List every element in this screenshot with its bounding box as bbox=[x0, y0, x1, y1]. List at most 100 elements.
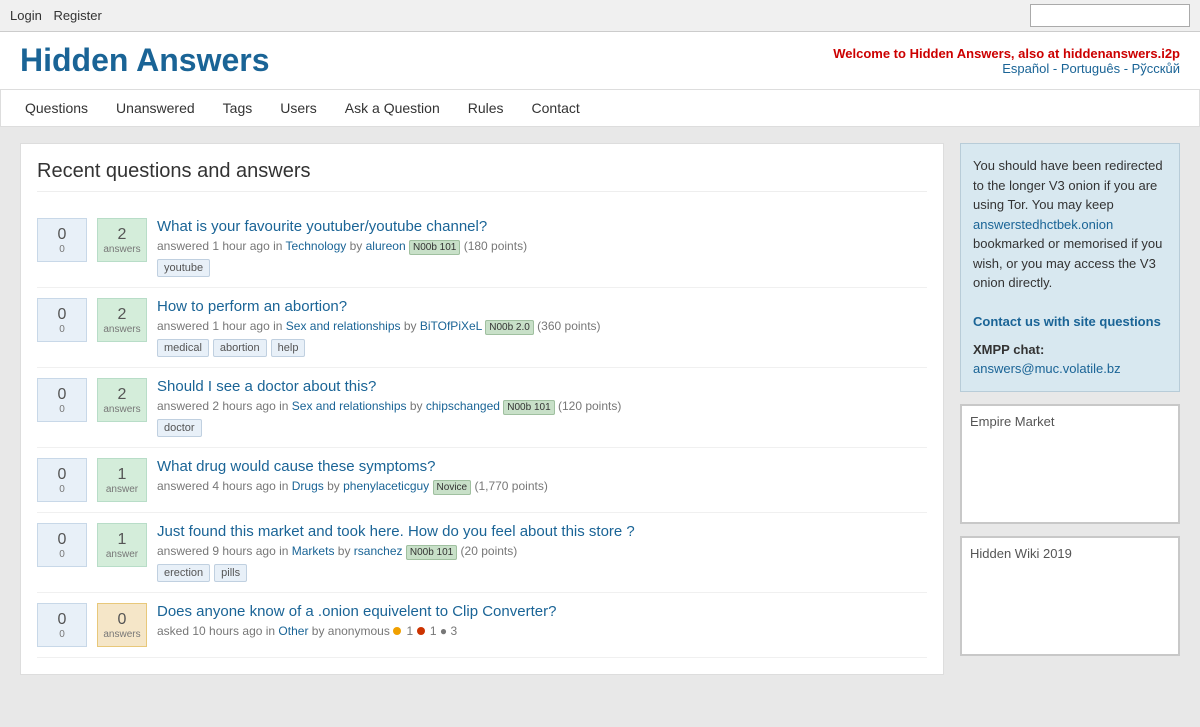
question-title: What drug would cause these symptoms? bbox=[157, 458, 927, 475]
contact-link[interactable]: Contact us with site questions bbox=[973, 314, 1161, 329]
vote-box: 00 bbox=[37, 603, 87, 647]
xmpp-email[interactable]: answers@muc.volatile.bz bbox=[973, 361, 1121, 376]
question-tags: erectionpills bbox=[157, 564, 927, 582]
header-right: Welcome to Hidden Answers, also at hidde… bbox=[833, 46, 1180, 76]
username-link[interactable]: rsanchez bbox=[354, 544, 403, 558]
question-content: Just found this market and took here. Ho… bbox=[157, 523, 927, 582]
username-link[interactable]: chipschanged bbox=[426, 399, 500, 413]
nav-item-users[interactable]: Users bbox=[266, 90, 331, 126]
vote-label: 0 bbox=[59, 244, 65, 255]
site-title[interactable]: Hidden Answers bbox=[20, 42, 270, 79]
question-tags: youtube bbox=[157, 259, 927, 277]
tag[interactable]: help bbox=[271, 339, 306, 357]
question-title: Just found this market and took here. Ho… bbox=[157, 523, 927, 540]
lang-russian[interactable]: Рўсскůй bbox=[1132, 61, 1180, 76]
tag[interactable]: pills bbox=[214, 564, 247, 582]
category-link[interactable]: Sex and relationships bbox=[286, 319, 401, 333]
category-link[interactable]: Drugs bbox=[292, 479, 324, 493]
answer-label: answers bbox=[103, 244, 140, 255]
nav-item-ask-a-question[interactable]: Ask a Question bbox=[331, 90, 454, 126]
category-link[interactable]: Technology bbox=[286, 239, 347, 253]
question-tags: doctor bbox=[157, 419, 927, 437]
answer-count: 0 bbox=[118, 610, 127, 629]
vote-box: 00 bbox=[37, 298, 87, 342]
questions-list: 002answersWhat is your favourite youtube… bbox=[37, 208, 927, 658]
sidebar-info-text: You should have been redirected to the l… bbox=[973, 158, 1163, 212]
ad-box-2[interactable]: Hidden Wiki 2019 bbox=[960, 536, 1180, 656]
tag[interactable]: doctor bbox=[157, 419, 202, 437]
question-title-link[interactable]: What drug would cause these symptoms? bbox=[157, 458, 435, 475]
question-meta: asked 10 hours ago in Other by anonymous… bbox=[157, 624, 927, 638]
nav-item-unanswered[interactable]: Unanswered bbox=[102, 90, 209, 126]
question-title-link[interactable]: Should I see a doctor about this? bbox=[157, 378, 376, 395]
answer-label: answer bbox=[106, 484, 138, 495]
ad-box-1[interactable]: Empire Market bbox=[960, 404, 1180, 524]
answer-label: answers bbox=[103, 629, 140, 640]
question-item: 002answersShould I see a doctor about th… bbox=[37, 368, 927, 448]
top-bar-links: Login Register bbox=[10, 8, 110, 23]
answer-box: 1answer bbox=[97, 523, 147, 567]
login-link[interactable]: Login bbox=[10, 8, 42, 23]
vote-label: 0 bbox=[59, 324, 65, 335]
user-badge: Novice bbox=[433, 480, 472, 495]
question-tags: medicalabortionhelp bbox=[157, 339, 927, 357]
onion-link[interactable]: answerstedhctbek.onion bbox=[973, 217, 1113, 232]
sidebar: You should have been redirected to the l… bbox=[960, 143, 1180, 675]
nav: QuestionsUnansweredTagsUsersAsk a Questi… bbox=[0, 90, 1200, 127]
sidebar-info-box: You should have been redirected to the l… bbox=[960, 143, 1180, 392]
page-title: Recent questions and answers bbox=[37, 160, 927, 192]
nav-item-contact[interactable]: Contact bbox=[518, 90, 594, 126]
question-item: 000answersDoes anyone know of a .onion e… bbox=[37, 593, 927, 658]
nav-list: QuestionsUnansweredTagsUsersAsk a Questi… bbox=[11, 90, 1189, 126]
tag[interactable]: medical bbox=[157, 339, 209, 357]
tag[interactable]: youtube bbox=[157, 259, 210, 277]
category-link[interactable]: Sex and relationships bbox=[292, 399, 407, 413]
user-badge: N00b 101 bbox=[406, 545, 457, 560]
question-title: Does anyone know of a .onion equivelent … bbox=[157, 603, 927, 620]
question-meta: answered 4 hours ago in Drugs by phenyla… bbox=[157, 479, 927, 493]
user-badge: N00b 2.0 bbox=[485, 320, 534, 335]
welcome-text: Welcome to Hidden Answers, also at hidde… bbox=[833, 46, 1180, 61]
username-link[interactable]: alureon bbox=[366, 239, 406, 253]
username: anonymous bbox=[328, 624, 390, 638]
answer-box: 0answers bbox=[97, 603, 147, 647]
answer-count: 2 bbox=[118, 225, 127, 244]
answer-box: 2answers bbox=[97, 378, 147, 422]
register-link[interactable]: Register bbox=[53, 8, 101, 23]
question-title: What is your favourite youtuber/youtube … bbox=[157, 218, 927, 235]
user-badge: N00b 101 bbox=[503, 400, 554, 415]
question-title-link[interactable]: Does anyone know of a .onion equivelent … bbox=[157, 603, 556, 620]
nav-item-tags[interactable]: Tags bbox=[209, 90, 267, 126]
username-link[interactable]: BiTOfPiXeL bbox=[420, 319, 482, 333]
question-title-link[interactable]: How to perform an abortion? bbox=[157, 298, 347, 315]
nav-item-questions[interactable]: Questions bbox=[11, 90, 102, 126]
tag[interactable]: erection bbox=[157, 564, 210, 582]
header: Hidden Answers Welcome to Hidden Answers… bbox=[0, 32, 1200, 90]
ad1-title: Empire Market bbox=[970, 414, 1055, 429]
vote-count: 0 bbox=[58, 465, 67, 484]
vote-count: 0 bbox=[58, 610, 67, 629]
question-title: How to perform an abortion? bbox=[157, 298, 927, 315]
tag[interactable]: abortion bbox=[213, 339, 267, 357]
question-item: 001answerWhat drug would cause these sym… bbox=[37, 448, 927, 513]
content: Recent questions and answers 002answersW… bbox=[20, 143, 944, 675]
question-title-link[interactable]: What is your favourite youtuber/youtube … bbox=[157, 218, 487, 235]
lang-espanol[interactable]: Español bbox=[1002, 61, 1049, 76]
username-link[interactable]: phenylaceticguy bbox=[343, 479, 429, 493]
question-meta: answered 9 hours ago in Markets by rsanc… bbox=[157, 544, 927, 558]
dot-badge-yellow bbox=[393, 627, 401, 635]
category-link[interactable]: Markets bbox=[292, 544, 335, 558]
search-input[interactable] bbox=[1030, 4, 1190, 27]
vote-label: 0 bbox=[59, 484, 65, 495]
ad2-title: Hidden Wiki 2019 bbox=[970, 546, 1072, 561]
main-container: Recent questions and answers 002answersW… bbox=[0, 127, 1200, 691]
question-meta: answered 1 hour ago in Sex and relations… bbox=[157, 319, 927, 333]
category-link[interactable]: Other bbox=[278, 624, 308, 638]
vote-count: 0 bbox=[58, 305, 67, 324]
question-title-link[interactable]: Just found this market and took here. Ho… bbox=[157, 523, 635, 540]
nav-item-rules[interactable]: Rules bbox=[454, 90, 518, 126]
vote-box: 00 bbox=[37, 218, 87, 262]
question-content: What is your favourite youtuber/youtube … bbox=[157, 218, 927, 277]
question-content: Should I see a doctor about this?answere… bbox=[157, 378, 927, 437]
lang-portugues[interactable]: Português bbox=[1061, 61, 1120, 76]
